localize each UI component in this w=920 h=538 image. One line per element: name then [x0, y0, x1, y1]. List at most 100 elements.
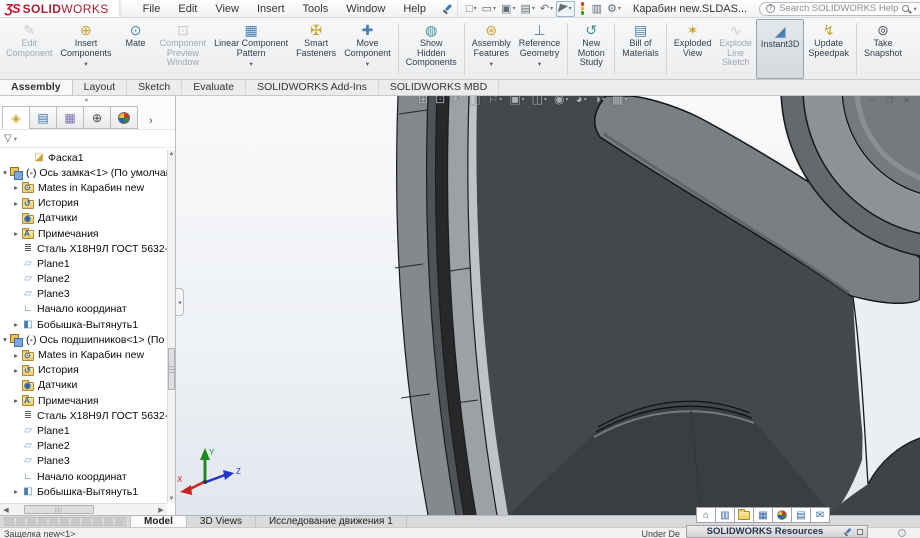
tree-item[interactable]: ∟Начало координат: [0, 302, 167, 317]
dropdown-caret-icon[interactable]: ▾: [532, 5, 535, 12]
panel-collapse-handle[interactable]: ◂: [176, 288, 184, 316]
bottom-tab-исследование-движения-1[interactable]: Исследование движения 1: [256, 516, 407, 527]
manager-tab-propertymanager[interactable]: ▤: [29, 106, 57, 129]
expand-arrow-icon[interactable]: ▾: [0, 168, 10, 177]
task-pane-collapse-icon[interactable]: [857, 529, 863, 535]
dropdown-caret-icon[interactable]: ▾: [618, 5, 621, 12]
expand-arrow-icon[interactable]: ▸: [11, 183, 21, 192]
tree-item[interactable]: ▱Plane3: [0, 287, 167, 302]
task-pane-tab-design-library[interactable]: ▥: [715, 507, 735, 523]
menu-file[interactable]: File: [134, 2, 170, 16]
doc-minimize-icon[interactable]: —: [868, 96, 876, 105]
save-button[interactable]: ▣▾: [499, 1, 517, 17]
dropdown-caret-icon[interactable]: ▾: [538, 60, 541, 68]
tab-sketch[interactable]: Sketch: [127, 80, 182, 95]
previous-view-button[interactable]: ↶: [452, 96, 462, 106]
manager-tab-featuremanager[interactable]: ◈: [2, 106, 30, 129]
instant3d-button[interactable]: ◢Instant3D: [756, 19, 805, 79]
menu-insert[interactable]: Insert: [248, 2, 294, 16]
smart-fasteners-button[interactable]: ✠SmartFasteners: [292, 19, 340, 79]
dropdown-caret-icon[interactable]: ▾: [522, 96, 525, 103]
zoom-to-area-button[interactable]: ⊡: [435, 96, 445, 106]
search-caret-icon[interactable]: ▾: [913, 5, 916, 13]
menu-edit[interactable]: Edit: [169, 2, 206, 16]
status-help-icon[interactable]: [898, 529, 906, 537]
tree-item[interactable]: ≣Сталь Х18Н9Л ГОСТ 5632-72: [0, 241, 167, 256]
tree-item[interactable]: ▱Plane3: [0, 454, 167, 469]
hide-show-items-button[interactable]: ◉▾: [554, 96, 569, 106]
expand-arrow-icon[interactable]: ▸: [11, 487, 21, 496]
model-canvas[interactable]: X Y Z: [176, 96, 920, 515]
tree-item[interactable]: ▸⊙Mates in Карабин new: [0, 180, 167, 195]
expand-arrow-icon[interactable]: ▸: [11, 366, 21, 375]
doc-close-icon[interactable]: ✕: [903, 96, 910, 105]
new-document-button[interactable]: □▾: [464, 1, 479, 17]
tree-item[interactable]: ◪Фаска1: [0, 150, 167, 165]
dropdown-caret-icon[interactable]: ▾: [624, 96, 627, 103]
scroll-left-icon[interactable]: ◀: [0, 506, 12, 514]
dropdown-caret-icon[interactable]: ▾: [550, 5, 553, 12]
tree-item[interactable]: ▱Plane2: [0, 272, 167, 287]
expand-arrow-icon[interactable]: ▸: [11, 351, 21, 360]
rebuild-button[interactable]: [576, 1, 589, 17]
undo-button[interactable]: ↶▾: [538, 1, 555, 17]
tree-item[interactable]: ∟Начало координат: [0, 469, 167, 484]
scroll-up-icon[interactable]: ▲: [168, 150, 175, 158]
bottom-tab-3d-views[interactable]: 3D Views: [187, 516, 256, 527]
dropdown-caret-icon[interactable]: ▾: [512, 5, 515, 12]
dropdown-caret-icon[interactable]: ▾: [544, 96, 547, 103]
dropdown-caret-icon[interactable]: ▾: [566, 96, 569, 103]
dropdown-caret-icon[interactable]: ▾: [584, 96, 587, 103]
menu-window[interactable]: Window: [337, 2, 394, 16]
task-pane-tab-appearances[interactable]: [772, 507, 792, 523]
linear-component-pattern-button[interactable]: ▦Linear ComponentPattern▾: [210, 19, 292, 79]
dropdown-caret-icon[interactable]: ▾: [499, 96, 502, 103]
panel-drag-handle[interactable]: ●: [0, 96, 175, 104]
tree-item[interactable]: ▱Plane1: [0, 423, 167, 438]
tree-item[interactable]: ≣Сталь Х18Н9Л ГОСТ 5632-72: [0, 408, 167, 423]
file-properties-button[interactable]: ▥: [590, 1, 604, 17]
exploded-view-button[interactable]: ✶ExplodedView: [670, 19, 716, 79]
tab-scroll-area[interactable]: [4, 517, 126, 526]
tree-item[interactable]: ◉Датчики: [0, 211, 167, 226]
view-settings-button[interactable]: ▦▾: [612, 96, 627, 106]
tree-item[interactable]: ▱Plane1: [0, 256, 167, 271]
view-orientation-button[interactable]: ▣▾: [509, 96, 524, 106]
scroll-down-icon[interactable]: ▼: [168, 495, 175, 503]
tree-item[interactable]: ▸↺История: [0, 363, 167, 378]
tab-evaluate[interactable]: Evaluate: [182, 80, 246, 95]
tree-vertical-scrollbar[interactable]: ▲ ▼: [167, 150, 175, 503]
tree-item[interactable]: ▾(-) Ось подшипников<1> (По ум: [0, 332, 167, 347]
vertical-scroll-thumb[interactable]: [168, 348, 175, 390]
expand-arrow-icon[interactable]: ▸: [11, 229, 21, 238]
manager-tab-dimxpertmanager[interactable]: ⊕: [83, 106, 111, 129]
options-button[interactable]: ⚙▾: [605, 1, 623, 17]
reference-geometry-button[interactable]: ⊥ReferenceGeometry▾: [515, 19, 565, 79]
scroll-right-icon[interactable]: ▶: [155, 506, 167, 514]
menu-view[interactable]: View: [206, 2, 248, 16]
tab-assembly[interactable]: Assembly: [0, 80, 73, 95]
expand-arrow-icon[interactable]: ▸: [11, 396, 21, 405]
move-component-button[interactable]: ✚MoveComponent▾: [340, 19, 395, 79]
menu-tools[interactable]: Tools: [294, 2, 338, 16]
tab-layout[interactable]: Layout: [73, 80, 128, 95]
take-snapshot-button[interactable]: ⊚TakeSnapshot: [860, 19, 906, 79]
horizontal-scroll-thumb[interactable]: |||: [24, 505, 94, 514]
doc-restore-icon[interactable]: ❐: [886, 96, 893, 105]
tree-item[interactable]: ▸◧Бобышка-Вытянуть1: [0, 317, 167, 332]
menu-help[interactable]: Help: [394, 2, 435, 16]
dropdown-caret-icon[interactable]: ▾: [490, 60, 493, 68]
tree-horizontal-scrollbar[interactable]: ◀ ||| ▶: [0, 503, 167, 515]
task-pane-tab-home[interactable]: ⌂: [696, 507, 716, 523]
tree-item[interactable]: ▸↺История: [0, 196, 167, 211]
bottom-tab-model[interactable]: Model: [130, 516, 187, 527]
dropdown-caret-icon[interactable]: ▾: [84, 60, 87, 68]
graphics-viewport[interactable]: X Y Z ⊞⊡↶◧⚐▾▣▾◫▾◉▾◕▾◑▾▦▾ — ❐ ✕ ◂: [176, 96, 920, 515]
tree-item[interactable]: ▸⊙Mates in Карабин new: [0, 347, 167, 362]
tree-item[interactable]: ▾(-) Ось замка<1> (По умолчани: [0, 165, 167, 180]
update-speedpak-button[interactable]: ↯UpdateSpeedpak: [804, 19, 853, 79]
edit-appearance-button[interactable]: ◕▾: [576, 96, 587, 106]
dropdown-caret-icon[interactable]: ▾: [366, 60, 369, 68]
search-input[interactable]: Search SOLIDWORKS Help: [779, 3, 898, 14]
task-pane-tab-forum[interactable]: ✉: [810, 507, 830, 523]
